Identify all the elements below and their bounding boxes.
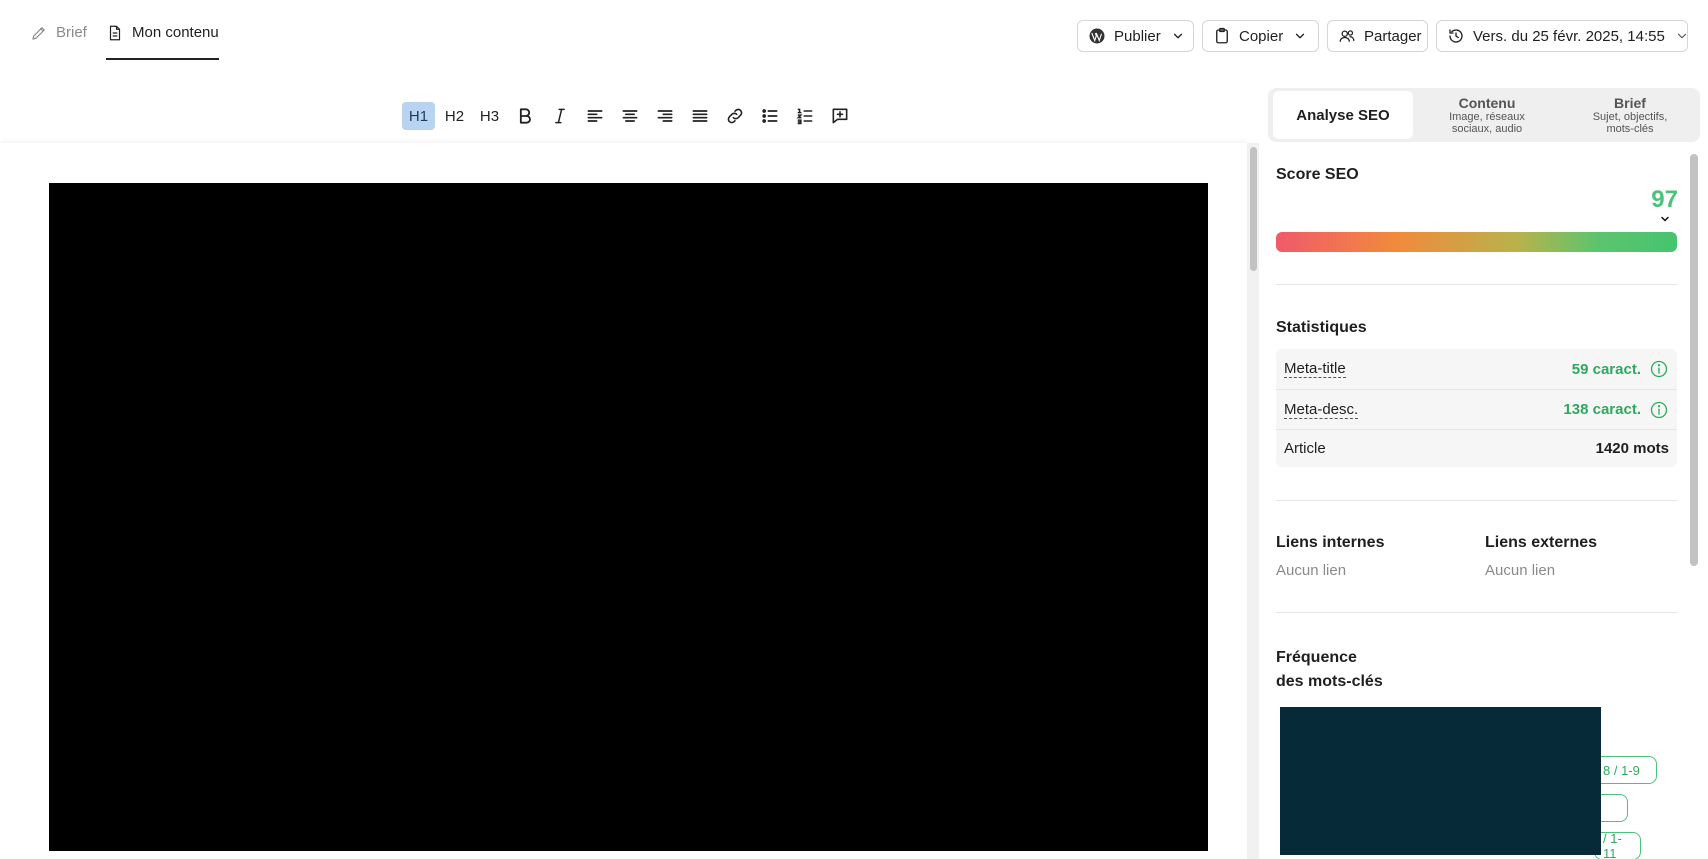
comment-add-icon bbox=[832, 108, 847, 124]
chevron-down-icon bbox=[1296, 33, 1305, 39]
align-right-button[interactable] bbox=[647, 102, 682, 130]
bold-icon bbox=[519, 108, 531, 124]
tab-panel-brief-subtitle: Sujet, objectifs, mots-clés bbox=[1592, 110, 1668, 135]
external-links: Liens externes Aucun lien bbox=[1485, 534, 1597, 579]
history-icon bbox=[1449, 29, 1463, 43]
internal-links-value: Aucun lien bbox=[1276, 562, 1347, 579]
score-seo-value: 97 bbox=[1651, 186, 1678, 213]
chevron-down-icon bbox=[1677, 33, 1686, 39]
panel-scrollbar[interactable] bbox=[1688, 152, 1700, 859]
keyword-pill: 8 / 1-9 bbox=[1594, 756, 1657, 784]
heading-3-button[interactable]: H3 bbox=[472, 102, 507, 130]
keyword-pill: / 1-11 bbox=[1594, 831, 1641, 859]
share-button[interactable]: Partager bbox=[1327, 20, 1428, 52]
align-right-icon bbox=[657, 110, 672, 122]
divider bbox=[1276, 612, 1677, 613]
italic-button[interactable] bbox=[542, 102, 577, 130]
pencil-icon bbox=[32, 27, 45, 40]
tab-mon-contenu-label: Mon contenu bbox=[132, 24, 219, 41]
keyword-frequency-title-line1: Fréquence bbox=[1276, 649, 1357, 666]
redacted-keyword-block bbox=[1280, 707, 1601, 855]
stat-value: 59 caract. bbox=[1571, 360, 1641, 378]
tab-contenu-title: Contenu bbox=[1458, 94, 1516, 111]
tab-brief[interactable]: Brief bbox=[30, 24, 87, 60]
align-left-icon bbox=[587, 110, 602, 122]
tab-analyse-seo[interactable]: Analyse SEO bbox=[1273, 91, 1413, 139]
copy-label: Copier bbox=[1239, 27, 1284, 45]
keyword-frequency-title-line2: des mots-clés bbox=[1276, 673, 1383, 690]
align-left-button[interactable] bbox=[577, 102, 612, 130]
document-icon bbox=[109, 25, 121, 41]
users-icon bbox=[1339, 30, 1355, 42]
link-icon bbox=[727, 108, 742, 124]
tab-panel-brief[interactable]: Brief Sujet, objectifs, mots-clés bbox=[1560, 91, 1700, 139]
numbered-list-icon bbox=[796, 108, 812, 125]
panel-scrollbar-thumb[interactable] bbox=[1690, 154, 1698, 566]
heading-1-button[interactable]: H1 bbox=[402, 102, 435, 130]
tab-contenu-subtitle: Image, réseaux sociaux, audio bbox=[1449, 110, 1525, 135]
info-icon[interactable] bbox=[1649, 400, 1669, 420]
redacted-content-block bbox=[49, 183, 1208, 851]
tab-panel-brief-title: Brief bbox=[1614, 94, 1646, 111]
stats-table: Meta-title 59 caract. Meta-desc. 138 car… bbox=[1276, 349, 1677, 467]
stat-value: 1420 mots bbox=[1595, 440, 1669, 457]
version-label: Vers. du 25 févr. 2025, 14:55 bbox=[1473, 27, 1665, 45]
stat-label[interactable]: Meta-title bbox=[1284, 360, 1346, 378]
editor-toolbar: H1 H2 H3 bbox=[402, 100, 857, 132]
heading-2-button[interactable]: H2 bbox=[437, 102, 472, 130]
chevron-down-icon[interactable] bbox=[1659, 213, 1671, 225]
info-icon[interactable] bbox=[1649, 359, 1669, 379]
tab-analyse-seo-label: Analyse SEO bbox=[1296, 106, 1390, 124]
wordpress-icon bbox=[1089, 28, 1105, 44]
version-select[interactable]: Vers. du 25 févr. 2025, 14:55 bbox=[1436, 20, 1688, 52]
copy-button[interactable]: Copier bbox=[1202, 20, 1319, 52]
bullet-list-icon bbox=[761, 109, 777, 123]
top-bar: Brief Mon contenu Publier Copier Partage… bbox=[0, 0, 1708, 72]
tab-mon-contenu[interactable]: Mon contenu bbox=[106, 24, 219, 60]
tab-contenu[interactable]: Contenu Image, réseaux sociaux, audio bbox=[1416, 91, 1558, 139]
keyword-frequency-title: Fréquence des mots-clés bbox=[1276, 646, 1383, 694]
align-justify-button[interactable] bbox=[682, 102, 717, 130]
divider bbox=[1276, 500, 1677, 501]
publish-button[interactable]: Publier bbox=[1077, 20, 1194, 52]
align-justify-icon bbox=[692, 110, 707, 122]
numbered-list-button[interactable] bbox=[787, 102, 822, 130]
score-seo-bar bbox=[1276, 232, 1677, 252]
add-comment-button[interactable] bbox=[822, 102, 857, 130]
bold-button[interactable] bbox=[507, 102, 542, 130]
stat-row-article: Article 1420 mots bbox=[1276, 429, 1677, 467]
stat-value: 138 caract. bbox=[1563, 401, 1641, 418]
align-center-button[interactable] bbox=[612, 102, 647, 130]
link-button[interactable] bbox=[717, 102, 752, 130]
score-seo-title: Score SEO bbox=[1276, 166, 1359, 183]
panel-tabs: Analyse SEO Contenu Image, réseaux socia… bbox=[1268, 88, 1700, 142]
italic-icon bbox=[554, 108, 565, 124]
stat-label[interactable]: Meta-desc. bbox=[1284, 401, 1359, 419]
external-links-value: Aucun lien bbox=[1485, 562, 1556, 579]
stat-label: Article bbox=[1284, 440, 1326, 457]
statistiques-title: Statistiques bbox=[1276, 319, 1367, 336]
share-label: Partager bbox=[1364, 27, 1422, 45]
stat-row-meta-desc: Meta-desc. 138 caract. bbox=[1276, 389, 1677, 429]
stat-row-meta-title: Meta-title 59 caract. bbox=[1276, 349, 1677, 389]
bullet-list-button[interactable] bbox=[752, 102, 787, 130]
external-links-title: Liens externes bbox=[1485, 534, 1598, 551]
chevron-down-icon bbox=[1173, 33, 1182, 39]
publish-label: Publier bbox=[1114, 27, 1161, 45]
clipboard-icon bbox=[1216, 27, 1228, 44]
internal-links-title: Liens internes bbox=[1276, 534, 1385, 551]
editor-scrollbar[interactable] bbox=[1247, 143, 1259, 859]
align-center-icon bbox=[622, 110, 637, 122]
tab-brief-label: Brief bbox=[56, 24, 87, 41]
editor-scrollbar-thumb[interactable] bbox=[1250, 147, 1257, 271]
internal-links: Liens internes Aucun lien bbox=[1276, 534, 1384, 579]
divider bbox=[1276, 284, 1677, 285]
